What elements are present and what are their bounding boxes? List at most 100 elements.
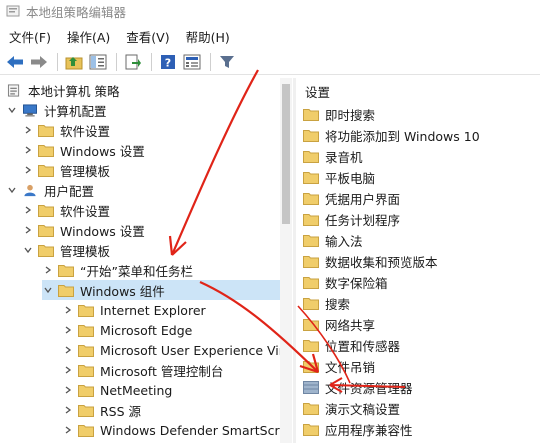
- properties-icon: [183, 54, 201, 69]
- tree-label: “开始”菜单和任务栏: [80, 263, 193, 279]
- list-item[interactable]: 凭据用户界面: [303, 188, 400, 208]
- list-item[interactable]: 数字保险箱: [303, 272, 388, 292]
- list-item-label: 平板电脑: [325, 170, 376, 186]
- list-item-label: 应用程序兼容性: [325, 422, 413, 438]
- tree-label: Microsoft Edge: [100, 322, 193, 338]
- list-item[interactable]: 任务计划程序: [303, 209, 400, 229]
- tree-node-computer-admin-templates[interactable]: 管理模板: [22, 160, 110, 180]
- menu-action[interactable]: 操作(A): [58, 27, 117, 46]
- list-item[interactable]: 演示文稿设置: [303, 398, 400, 418]
- list-item[interactable]: 输入法: [303, 230, 363, 250]
- list-item[interactable]: 即时搜索: [303, 104, 375, 124]
- list-item-label: 位置和传感器: [325, 338, 401, 354]
- settings-list-pane[interactable]: 设置 即时搜索 将功能添加到 Windows 10 录音机 平板电脑 凭据用户界…: [297, 78, 540, 443]
- tree-node-root[interactable]: 本地计算机 策略: [6, 80, 119, 100]
- tree-node-start-menu-taskbar[interactable]: “开始”菜单和任务栏: [42, 260, 193, 280]
- help-icon: ?: [161, 54, 175, 69]
- tree-node-computer-windows-settings[interactable]: Windows 设置: [22, 140, 145, 160]
- export-list-icon: [125, 54, 141, 69]
- chevron-right-icon[interactable]: [42, 264, 54, 276]
- list-item[interactable]: 位置和传感器: [303, 335, 400, 355]
- chevron-right-icon[interactable]: [22, 224, 34, 236]
- folder-icon: [38, 164, 54, 177]
- tree-node-user-software-settings[interactable]: 软件设置: [22, 200, 110, 220]
- up-level-button[interactable]: [63, 51, 85, 73]
- computer-icon: [23, 103, 37, 117]
- chevron-right-icon[interactable]: [62, 364, 74, 376]
- menu-view[interactable]: 查看(V): [117, 27, 176, 46]
- tree-node-user-config[interactable]: 用户配置: [6, 180, 94, 200]
- chevron-right-icon[interactable]: [62, 404, 74, 416]
- list-item[interactable]: 搜索: [303, 293, 350, 313]
- filter-button[interactable]: [216, 51, 238, 73]
- folder-icon: [303, 402, 319, 415]
- tree-node-rss-feeds[interactable]: RSS 源: [62, 400, 141, 420]
- list-item-file-explorer[interactable]: 文件资源管理器: [303, 377, 413, 397]
- chevron-down-icon[interactable]: [22, 244, 34, 256]
- chevron-right-icon[interactable]: [22, 124, 34, 136]
- tree-label: Microsoft 管理控制台: [100, 363, 224, 379]
- show-hide-tree-button[interactable]: [87, 51, 109, 73]
- list-item-label: 录音机: [325, 149, 363, 165]
- up-folder-icon: [65, 56, 83, 69]
- list-item[interactable]: 文件吊销: [303, 356, 375, 376]
- tree-node-microsoft-edge[interactable]: Microsoft Edge: [62, 320, 192, 340]
- folder-icon: [78, 304, 94, 317]
- chevron-down-icon[interactable]: [6, 104, 18, 116]
- chevron-right-icon[interactable]: [62, 324, 74, 336]
- chevron-right-icon[interactable]: [62, 384, 74, 396]
- folder-open-icon: [58, 284, 74, 297]
- export-list-button[interactable]: [122, 51, 144, 73]
- tree-node-windows-defender-smartscreen[interactable]: Windows Defender SmartScre: [62, 420, 287, 440]
- chevron-right-icon[interactable]: [22, 144, 34, 156]
- list-item[interactable]: 数据收集和预览版本: [303, 251, 438, 271]
- folder-icon: [303, 234, 319, 247]
- folder-icon: [303, 339, 319, 352]
- list-item[interactable]: 平板电脑: [303, 167, 375, 187]
- user-icon: [24, 184, 36, 196]
- list-item[interactable]: 录音机: [303, 146, 363, 166]
- chevron-down-icon[interactable]: [42, 284, 54, 296]
- folder-icon: [78, 404, 94, 417]
- list-column-header[interactable]: 设置: [305, 82, 330, 101]
- chevron-right-icon[interactable]: [62, 344, 74, 356]
- help-button[interactable]: ?: [157, 51, 179, 73]
- tree-node-user-windows-settings[interactable]: Windows 设置: [22, 220, 145, 240]
- pane-splitter[interactable]: [293, 78, 296, 443]
- list-item-label: 数据收集和预览版本: [325, 254, 438, 270]
- tree-node-user-admin-templates[interactable]: 管理模板: [22, 240, 110, 260]
- tree-node-netmeeting[interactable]: NetMeeting: [62, 380, 172, 400]
- tree-node-windows-components[interactable]: Windows 组件: [42, 280, 280, 300]
- scrollbar-thumb[interactable]: [282, 84, 290, 224]
- show-hide-tree-icon: [89, 54, 107, 69]
- chevron-right-icon[interactable]: [22, 204, 34, 216]
- chevron-right-icon[interactable]: [62, 304, 74, 316]
- tree-node-computer-config[interactable]: 计算机配置: [6, 100, 107, 120]
- tree-node-computer-software-settings[interactable]: 软件设置: [22, 120, 110, 140]
- forward-button[interactable]: [28, 51, 50, 73]
- toolbar-separator: [210, 52, 211, 71]
- chevron-right-icon[interactable]: [22, 164, 34, 176]
- tree-node-mmc[interactable]: Microsoft 管理控制台: [62, 360, 223, 380]
- tree-node-internet-explorer[interactable]: Internet Explorer: [62, 300, 206, 320]
- tree-node-microsoft-user-experience[interactable]: Microsoft User Experience Vir: [62, 340, 284, 360]
- properties-button[interactable]: [181, 51, 203, 73]
- list-item[interactable]: 应用程序兼容性: [303, 419, 413, 439]
- folder-icon: [38, 124, 54, 137]
- folder-icon: [303, 192, 319, 205]
- list-item-label: 将功能添加到 Windows 10: [325, 128, 480, 144]
- tree-label: 软件设置: [60, 123, 111, 139]
- policy-document-icon: [7, 83, 20, 97]
- tree-scrollbar[interactable]: [280, 78, 292, 443]
- list-item[interactable]: 网络共享: [303, 314, 375, 334]
- menu-help[interactable]: 帮助(H): [177, 27, 237, 46]
- list-item-label: 输入法: [325, 233, 363, 249]
- menu-file[interactable]: 文件(F): [0, 27, 58, 46]
- list-item-label: 凭据用户界面: [325, 191, 401, 207]
- tree-pane[interactable]: 本地计算机 策略 计算机配置 软件设置 Windows 设置 管理模板 用户配置…: [0, 78, 292, 443]
- list-item[interactable]: 将功能添加到 Windows 10: [303, 125, 480, 145]
- chevron-down-icon[interactable]: [6, 184, 18, 196]
- folder-icon: [303, 297, 319, 310]
- back-button[interactable]: [4, 51, 26, 73]
- chevron-right-icon[interactable]: [62, 424, 74, 436]
